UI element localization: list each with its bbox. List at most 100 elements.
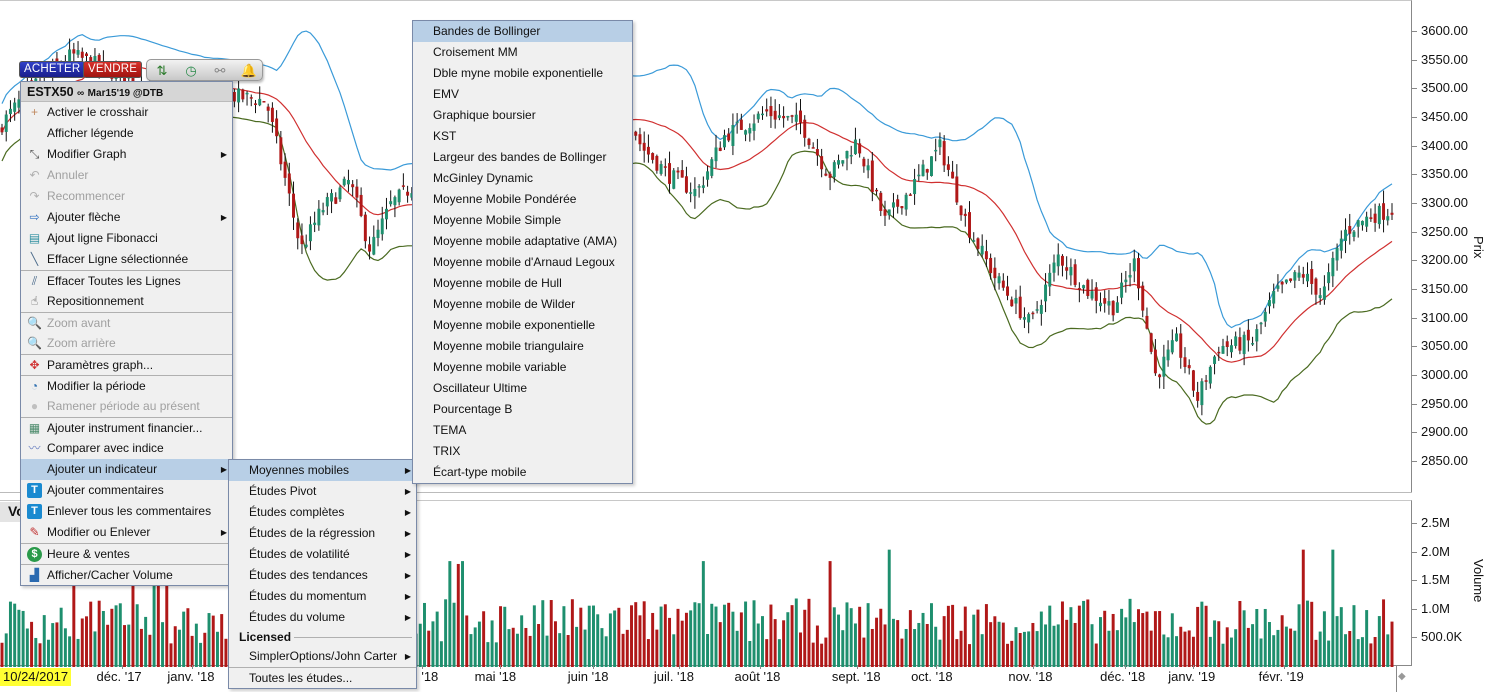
candle-body <box>672 170 676 189</box>
volume-bar <box>30 621 34 667</box>
candlestick <box>1115 296 1119 313</box>
menu-item-moyenne-mobile-de-hull[interactable]: Moyenne mobile de Hull <box>413 273 632 294</box>
menu-item-trix[interactable]: TRIX <box>413 441 632 462</box>
menu-item-tema[interactable]: TEMA <box>413 420 632 441</box>
menu-item-largeur-des-bandes-de-bollinger[interactable]: Largeur des bandes de Bollinger <box>413 147 632 168</box>
buy-sell-arrows-icon[interactable]: ⇅ <box>153 62 171 79</box>
scroll-right-icon[interactable]: ◆ <box>1398 671 1406 682</box>
candlestick <box>799 99 802 135</box>
candlestick <box>1048 264 1052 297</box>
volume-bar <box>511 627 515 667</box>
candle-body <box>359 194 363 216</box>
candle-body <box>1065 267 1069 271</box>
menu-item-afficher-cacher-volume[interactable]: ▟ Afficher/Cacher Volume <box>21 564 232 585</box>
menu-item-mcginley-dynamic[interactable]: McGinley Dynamic <box>413 168 632 189</box>
menu-item-heure-ventes[interactable]: $ Heure & ventes <box>21 543 232 564</box>
menu-item-label: Graphique boursier <box>433 108 536 122</box>
menu-item-graphique-boursier[interactable]: Graphique boursier <box>413 105 632 126</box>
menu-item-etudes-des-tendances[interactable]: Études des tendances ▶ <box>229 565 416 586</box>
menu-item-pourcentage-b[interactable]: Pourcentage B <box>413 399 632 420</box>
menu-item-ajouter-commentaires[interactable]: T Ajouter commentaires <box>21 480 232 501</box>
menu-item-comparer-avec-indice[interactable]: 〰 Comparer avec indice <box>21 438 232 459</box>
volume-bar <box>173 626 177 667</box>
menu-item-parametres-graph[interactable]: ✥ Paramètres graph... <box>21 354 232 375</box>
menu-item-ajouter-un-indicateur[interactable]: Ajouter un indicateur ▶ <box>21 459 232 480</box>
menu-item-etudes-de-la-regression[interactable]: Études de la régression ▶ <box>229 523 416 544</box>
menu-item-croisement-mm[interactable]: Croisement MM <box>413 42 632 63</box>
menu-item-ajouter-fleche[interactable]: ⇨ Ajouter flèche ▶ <box>21 207 232 228</box>
menu-item-modifier-la-periode[interactable]: ◔ Modifier la période <box>21 375 232 396</box>
menu-item-bandes-de-bollinger[interactable]: Bandes de Bollinger <box>413 21 632 42</box>
bell-icon[interactable]: 🔔 <box>240 62 258 79</box>
volume-bar <box>794 598 798 667</box>
volume-bar <box>537 624 541 667</box>
menu-item-activer-le-crosshair[interactable]: + Activer le crosshair <box>21 102 232 123</box>
menu-item-etudes-completes[interactable]: Études complètes ▶ <box>229 502 416 523</box>
menu-item-moyenne-mobile-exponentielle[interactable]: Moyenne mobile exponentielle <box>413 315 632 336</box>
menu-item-zoom-avant: 🔍 Zoom avant <box>21 312 232 333</box>
volume-bar <box>672 634 676 667</box>
candle-body <box>1263 311 1267 322</box>
candlestick <box>1208 365 1212 389</box>
menu-item-kst[interactable]: KST <box>413 126 632 147</box>
menu-item-etudes-du-momentum[interactable]: Études du momentum ▶ <box>229 586 416 607</box>
link-icon[interactable]: ⚯ <box>211 62 229 79</box>
buy-button[interactable]: ACHETER <box>19 61 86 78</box>
menu-item-moyenne-mobile-ponderee[interactable]: Moyenne Mobile Pondérée <box>413 189 632 210</box>
volume-bar <box>190 635 194 667</box>
volume-bar <box>655 629 659 667</box>
menu-item-etudes-de-volatilite[interactable]: Études de volatilité ▶ <box>229 544 416 565</box>
candlestick <box>803 115 807 147</box>
candle-body <box>917 174 921 177</box>
menu-item-ajout-ligne-fibonacci[interactable]: ▤ Ajout ligne Fibonacci <box>21 228 232 249</box>
scroll-end-marker <box>1396 666 1397 692</box>
menu-item-etudes-pivot[interactable]: Études Pivot ▶ <box>229 481 416 502</box>
menu-item-all-studies[interactable]: Toutes les études... <box>229 667 416 688</box>
menu-item-moyenne-mobile-d-arnaud-legoux[interactable]: Moyenne mobile d'Arnaud Legoux <box>413 252 632 273</box>
candle-body <box>815 149 819 156</box>
menu-item-label: Études Pivot <box>249 484 317 498</box>
menu-item-dble-myne-mobile-exponentielle[interactable]: Dble myne mobile exponentielle <box>413 63 632 84</box>
menu-item-etudes-du-volume[interactable]: Études du volume ▶ <box>229 607 416 628</box>
menu-item-ecart-type-mobile[interactable]: Écart-type mobile <box>413 462 632 483</box>
volume-bar <box>828 561 832 667</box>
volume-bar <box>63 628 67 667</box>
volume-pane-tab[interactable]: Vo <box>0 502 20 522</box>
menu-item-simpleroptions-john-carter[interactable]: SimplerOptions/John Carter ▶ <box>229 646 416 667</box>
candle-body <box>1022 317 1026 320</box>
add-instrument-icon: ▦ <box>28 421 41 435</box>
menu-item-moyenne-mobile-triangulaire[interactable]: Moyenne mobile triangulaire <box>413 336 632 357</box>
menu-item-enlever-tous-les-commentaires[interactable]: T Enlever tous les commentaires <box>21 501 232 522</box>
volume-bar <box>1115 630 1119 667</box>
candlestick <box>1327 263 1331 291</box>
menu-item-moyenne-mobile-simple[interactable]: Moyenne Mobile Simple <box>413 210 632 231</box>
candle-body <box>1246 329 1250 341</box>
clock-icon[interactable]: ◷ <box>182 62 200 79</box>
candle-body <box>8 108 12 115</box>
menu-item-modifier-graph[interactable]: ⤡ Modifier Graph ▶ <box>21 144 232 165</box>
volume-bar <box>1335 616 1339 667</box>
candle-body <box>752 123 756 131</box>
volume-bar <box>604 636 608 667</box>
volume-bar <box>630 605 633 667</box>
menu-item-modifier-ou-enlever[interactable]: ✎ Modifier ou Enlever ▶ <box>21 522 232 543</box>
candlestick <box>330 189 334 214</box>
volume-bar <box>1225 627 1229 667</box>
sell-button[interactable]: VENDRE <box>83 61 143 78</box>
menu-item-afficher-legende[interactable]: Afficher légende <box>21 123 232 144</box>
menu-item-emv[interactable]: EMV <box>413 84 632 105</box>
menu-item-oscillateur-ultime[interactable]: Oscillateur Ultime <box>413 378 632 399</box>
menu-item-effacer-toutes-les-lignes[interactable]: ⫽ Effacer Toutes les Lignes <box>21 270 232 291</box>
candle-body <box>668 163 672 184</box>
menu-item-effacer-ligne-selectionnee[interactable]: ╲ Effacer Ligne sélectionnée <box>21 249 232 270</box>
menu-item-ajouter-instrument-financier[interactable]: ▦ Ajouter instrument financier... <box>21 417 232 438</box>
menu-item-label: Bandes de Bollinger <box>433 24 541 38</box>
menu-item-moyenne-mobile-de-wilder[interactable]: Moyenne mobile de Wilder <box>413 294 632 315</box>
menu-item-moyennes-mobiles[interactable]: Moyennes mobiles ▶ <box>229 460 416 481</box>
menu-item-moyenne-mobile-adaptative-ama[interactable]: Moyenne mobile adaptative (AMA) <box>413 231 632 252</box>
menu-item-moyenne-mobile-variable[interactable]: Moyenne mobile variable <box>413 357 632 378</box>
candlestick <box>908 193 912 196</box>
menu-item-repositionnement[interactable]: ☝ Repositionnement <box>21 291 232 312</box>
volume-bar <box>993 616 997 667</box>
volume-bar <box>930 603 933 667</box>
